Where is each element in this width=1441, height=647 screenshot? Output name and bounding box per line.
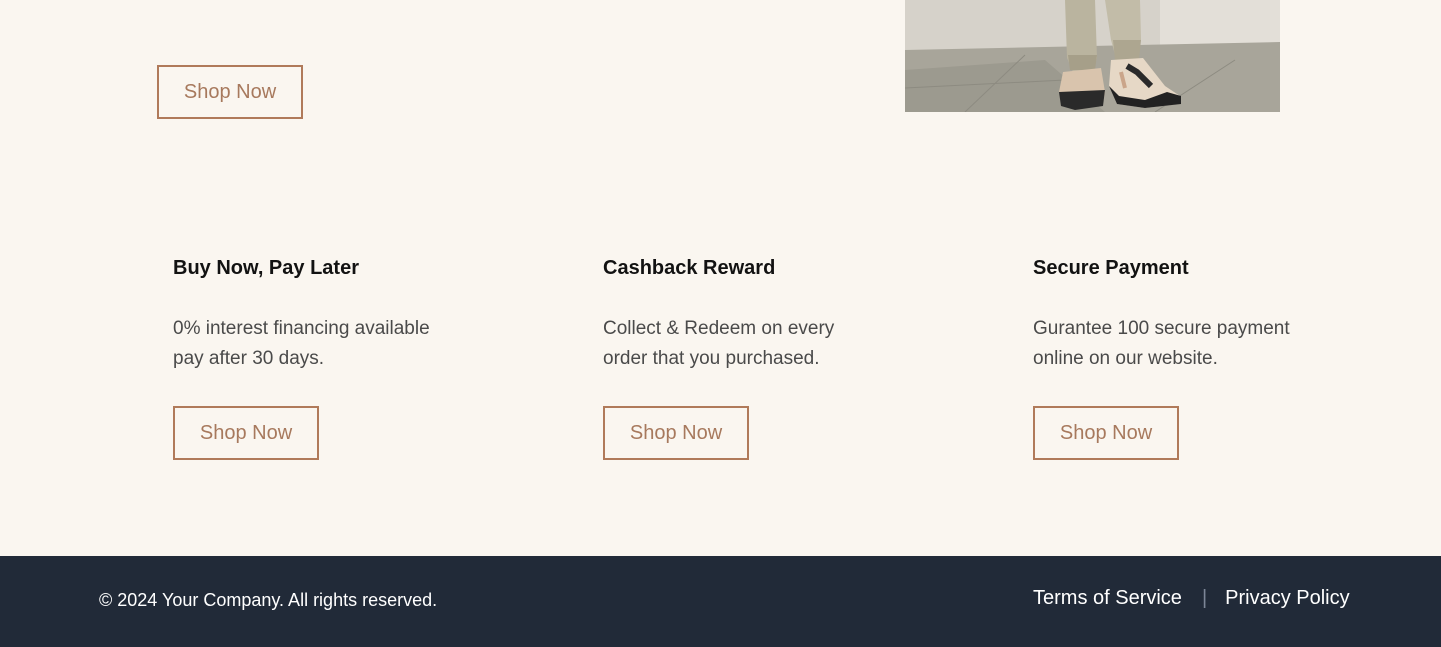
- feature-cashback-reward: Cashback Reward Collect & Redeem on ever…: [603, 254, 903, 460]
- privacy-policy-link[interactable]: Privacy Policy: [1225, 587, 1349, 610]
- feature-title: Cashback Reward: [603, 257, 776, 279]
- feature-description: Gurantee 100 secure payment online on ou…: [1033, 314, 1323, 374]
- feature-description-line: online on our website.: [1033, 348, 1218, 369]
- feature-description: Collect & Redeem on every order that you…: [603, 314, 893, 374]
- terms-of-service-link[interactable]: Terms of Service: [1033, 587, 1182, 610]
- feature-description-line: order that you purchased.: [603, 348, 820, 369]
- footer-links: Terms of Service | Privacy Policy: [1033, 587, 1350, 610]
- copyright-text: © 2024 Your Company. All rights reserved…: [99, 590, 438, 610]
- hero-shop-now-button[interactable]: Shop Now: [157, 65, 303, 119]
- feature-title: Buy Now, Pay Later: [173, 257, 359, 279]
- footer-separator: |: [1201, 587, 1208, 609]
- feature-title: Secure Payment: [1033, 257, 1189, 279]
- feature-description-line: Collect & Redeem on every: [603, 318, 835, 339]
- shop-now-button[interactable]: Shop Now: [173, 406, 319, 460]
- shop-now-button[interactable]: Shop Now: [603, 406, 749, 460]
- footer: © 2024 Your Company. All rights reserved…: [0, 556, 1441, 647]
- feature-description-line: Gurantee 100 secure payment: [1033, 318, 1290, 339]
- page: Shop Now Buy Now, Pay Later 0% interest …: [0, 0, 1441, 647]
- feature-description: 0% interest financing available pay afte…: [173, 314, 463, 374]
- feature-secure-payment: Secure Payment Gurantee 100 secure payme…: [1033, 254, 1333, 460]
- sneakers-photo-illustration: [905, 0, 1280, 112]
- feature-description-line: pay after 30 days.: [173, 348, 325, 369]
- feature-buy-now-pay-later: Buy Now, Pay Later 0% interest financing…: [173, 254, 473, 460]
- hero-photo: [905, 0, 1280, 112]
- feature-description-line: 0% interest financing available: [173, 318, 430, 339]
- shop-now-button[interactable]: Shop Now: [1033, 406, 1179, 460]
